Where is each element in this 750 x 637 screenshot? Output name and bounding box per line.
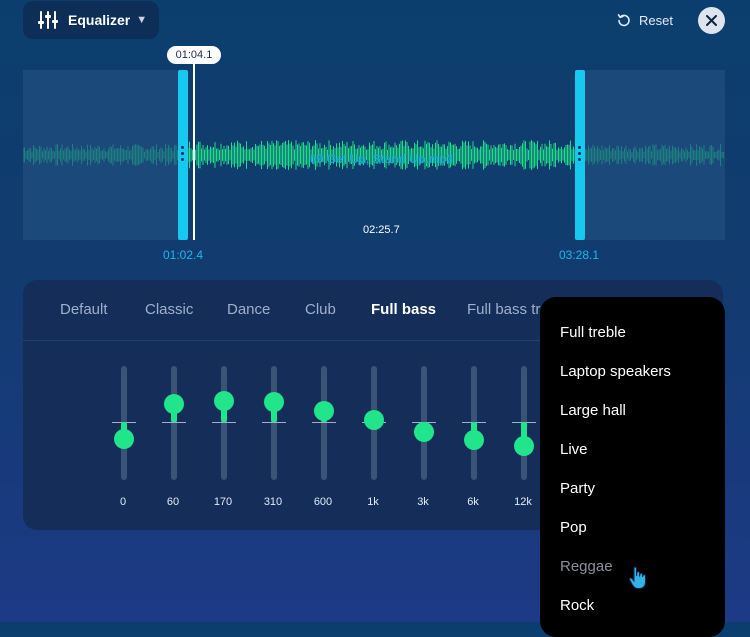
slider-knob[interactable] (264, 391, 284, 412)
hand-pointer-icon (628, 566, 646, 589)
band-freq-label: 310 (263, 496, 283, 508)
band-slider-12k[interactable] (503, 366, 543, 480)
band-freq-label: 3k (417, 496, 429, 508)
playhead[interactable] (193, 62, 195, 240)
close-button[interactable] (698, 7, 725, 34)
slider-zero-line (212, 422, 236, 423)
menu-item-live[interactable]: Live (560, 441, 588, 458)
equalizer-label: Equalizer (68, 12, 131, 28)
slider-knob[interactable] (114, 428, 134, 449)
slider-knob[interactable] (514, 435, 534, 456)
sliders-icon (38, 11, 58, 29)
menu-item-pop[interactable]: Pop (560, 519, 587, 536)
close-icon (706, 15, 717, 26)
band-slider-310[interactable] (253, 366, 293, 480)
playhead-time: 01:04.1 (167, 46, 221, 64)
tab-club[interactable]: Club (305, 301, 336, 318)
band-freq-label: 600 (313, 496, 333, 508)
band-slider-3k[interactable] (403, 366, 443, 480)
menu-item-rock[interactable]: Rock (560, 597, 594, 614)
selection-end-time: 03:28.1 (559, 248, 600, 262)
caret-down-icon: ▼ (136, 14, 148, 26)
band-slider-6k[interactable] (453, 366, 493, 480)
band-freq-label: 170 (213, 496, 233, 508)
slider-track (171, 366, 177, 480)
menu-item-reggae[interactable]: Reggae (560, 558, 613, 575)
reset-icon (617, 13, 630, 27)
tab-full-bass-treble[interactable]: Full bass tre (467, 301, 549, 318)
menu-item-full-treble[interactable]: Full treble (560, 324, 626, 341)
slider-knob[interactable] (214, 390, 234, 411)
band-freq-label: 12k (514, 496, 532, 508)
slider-track (321, 366, 327, 480)
slider-knob[interactable] (464, 429, 484, 450)
slider-knob[interactable] (414, 422, 434, 443)
tab-classic[interactable]: Classic (145, 301, 193, 318)
selection-start-time: 01:02.4 (163, 248, 204, 262)
reset-label: Reset (639, 12, 673, 28)
band-slider-170[interactable] (203, 366, 243, 480)
band-slider-1k[interactable] (353, 366, 393, 480)
slider-zero-line (312, 422, 336, 423)
menu-item-laptop-speakers[interactable]: Laptop speakers (560, 363, 671, 380)
equalizer-dropdown-button[interactable]: Equalizer ▼ (23, 1, 159, 39)
band-slider-600[interactable] (303, 366, 343, 480)
band-slider-0[interactable] (103, 366, 143, 480)
tab-dance[interactable]: Dance (227, 301, 270, 318)
slider-knob[interactable] (164, 393, 184, 414)
waveform-area[interactable]: 09 Get Up, Stand Up.mp3 (23, 70, 725, 240)
selection-duration: 02:25.7 (363, 224, 400, 236)
reset-button[interactable]: Reset (617, 10, 673, 30)
menu-item-party[interactable]: Party (560, 480, 595, 497)
band-slider-60[interactable] (153, 366, 193, 480)
slider-zero-line (262, 422, 286, 423)
slider-knob[interactable] (364, 410, 384, 431)
band-freq-label: 6k (467, 496, 479, 508)
tab-default[interactable]: Default (60, 301, 108, 318)
band-freq-label: 0 (119, 496, 127, 508)
band-freq-label: 60 (166, 496, 180, 508)
slider-track (221, 366, 227, 480)
tab-full-bass[interactable]: Full bass (371, 301, 436, 318)
track-title: 09 Get Up, Stand Up.mp3 (309, 152, 454, 166)
slider-zero-line (162, 422, 186, 423)
menu-item-large-hall[interactable]: Large hall (560, 402, 626, 419)
slider-knob[interactable] (314, 400, 334, 421)
band-freq-label: 1k (367, 496, 379, 508)
slider-track (271, 366, 277, 480)
